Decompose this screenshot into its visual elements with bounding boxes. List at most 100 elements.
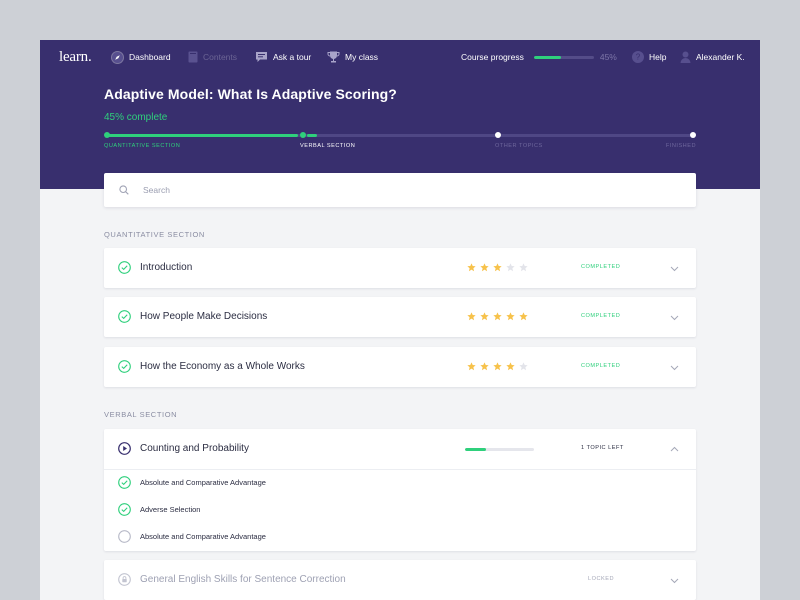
course-progress-bar [533, 55, 594, 59]
lesson-row-introduction[interactable]: Introduction Completed [104, 248, 696, 288]
top-nav: learn. Dashboard Contents Ask a tour My … [40, 40, 760, 74]
star-filled-icon [467, 362, 476, 371]
user-icon [680, 51, 691, 63]
star-filled-icon [467, 312, 476, 321]
star-filled-icon [480, 362, 489, 371]
star-filled-icon [493, 312, 502, 321]
app-window: learn. Dashboard Contents Ask a tour My … [40, 40, 760, 600]
nav-contents-label: Contents [203, 52, 238, 62]
check-circle-icon [118, 503, 131, 516]
star-empty-icon [506, 263, 515, 272]
topic-progress-fill [465, 448, 486, 451]
trophy-icon [327, 51, 340, 63]
empty-circle-icon [118, 530, 131, 543]
lesson-card-locked: General English Skills for Sentence Corr… [104, 560, 696, 600]
course-header: learn. Dashboard Contents Ask a tour My … [40, 40, 760, 189]
stage-progress-segment-2 [307, 134, 317, 137]
course-progress-percent: 45% [599, 52, 617, 62]
star-empty-icon [519, 362, 528, 371]
compass-icon [111, 50, 124, 64]
lesson-card: How People Make Decisions Completed [104, 297, 696, 337]
lesson-title: How People Make Decisions [140, 311, 268, 322]
lock-icon [118, 573, 131, 586]
rating-stars [467, 312, 528, 321]
nav-ask-tour[interactable]: Ask a tour [255, 50, 311, 64]
lesson-row-decisions[interactable]: How People Make Decisions Completed [104, 297, 696, 337]
check-circle-icon [118, 360, 131, 373]
nav-my-class[interactable]: My class [327, 50, 378, 64]
status-badge: Locked [588, 576, 615, 582]
stage-dot-other [495, 132, 501, 138]
lesson-card: Introduction Completed [104, 248, 696, 288]
stage-dot-finished [690, 132, 696, 138]
nav-ask-tour-label: Ask a tour [273, 52, 312, 62]
stage-label-other: Other topics [495, 143, 543, 149]
question-icon: ? [632, 51, 644, 63]
chevron-down-icon[interactable] [670, 313, 679, 322]
lesson-row-counting[interactable]: Counting and Probability 1 topic left [104, 429, 696, 469]
star-filled-icon [480, 312, 489, 321]
search-input[interactable] [143, 185, 643, 195]
lesson-title: General English Skills for Sentence Corr… [140, 574, 346, 585]
search-icon [119, 185, 129, 195]
course-complete-text: 45% complete [104, 112, 168, 123]
chat-icon [256, 52, 267, 62]
lesson-title: Introduction [140, 262, 193, 273]
book-icon [188, 51, 198, 63]
svg-text:?: ? [636, 53, 641, 62]
star-filled-icon [506, 312, 515, 321]
course-title: Adaptive Model: What Is Adaptive Scoring… [104, 86, 397, 102]
section-title-quantitative: Quantitative section [104, 230, 205, 239]
status-badge: Completed [581, 264, 621, 270]
check-circle-icon [118, 476, 131, 489]
logo[interactable]: learn. [59, 49, 92, 66]
star-filled-icon [480, 263, 489, 272]
star-empty-icon [519, 263, 528, 272]
section-title-verbal: Verbal section [104, 410, 178, 419]
stage-dot-verbal [300, 132, 306, 138]
user-name: Alexander K. [696, 52, 745, 62]
subtopic-item[interactable]: Adverse Selection [104, 496, 696, 523]
nav-my-class-label: My class [345, 52, 379, 62]
course-progress-label: Course progress [461, 52, 524, 62]
subtopic-item[interactable]: Absolute and Comparative Advantage [104, 523, 696, 550]
status-badge: 1 topic left [581, 445, 624, 451]
star-filled-icon [493, 362, 502, 371]
nav-dashboard-label: Dashboard [129, 52, 171, 62]
stage-progress-track [107, 134, 693, 137]
star-filled-icon [493, 263, 502, 272]
chevron-up-icon[interactable] [670, 445, 679, 454]
stage-progress-segment-1 [107, 134, 298, 137]
chevron-down-icon[interactable] [670, 576, 679, 585]
chevron-down-icon[interactable] [670, 363, 679, 372]
chevron-down-icon[interactable] [670, 264, 679, 273]
subtopic-label: Adverse Selection [140, 505, 201, 514]
subtopic-label: Absolute and Comparative Advantage [140, 532, 266, 541]
user-menu[interactable]: Alexander K. [680, 50, 745, 64]
help-link[interactable]: ? Help [632, 50, 666, 64]
course-progress: Course progress 45% [461, 50, 617, 64]
check-circle-icon [118, 261, 131, 274]
lesson-row-economy[interactable]: How the Economy as a Whole Works Complet… [104, 347, 696, 387]
nav-dashboard[interactable]: Dashboard [111, 50, 171, 64]
status-badge: Completed [581, 313, 621, 319]
play-circle-icon [118, 442, 131, 455]
rating-stars [467, 263, 528, 272]
stage-label-finished: Finished [665, 143, 696, 149]
lesson-row-english-skills[interactable]: General English Skills for Sentence Corr… [104, 560, 696, 600]
search-bar [104, 173, 696, 207]
status-badge: Completed [581, 363, 621, 369]
course-progress-fill [533, 55, 561, 59]
subtopic-label: Absolute and Comparative Advantage [140, 478, 266, 487]
check-circle-icon [118, 310, 131, 323]
lesson-card-expanded: Counting and Probability 1 topic left Ab… [104, 429, 696, 551]
lesson-title: Counting and Probability [140, 443, 249, 454]
lesson-card: How the Economy as a Whole Works Complet… [104, 347, 696, 387]
subtopic-item[interactable]: Absolute and Comparative Advantage [104, 469, 696, 496]
rating-stars [467, 362, 528, 371]
lesson-title: How the Economy as a Whole Works [140, 361, 305, 372]
stage-dot-quantitative [104, 132, 110, 138]
nav-contents[interactable]: Contents [188, 50, 237, 64]
star-filled-icon [519, 312, 528, 321]
help-label: Help [649, 52, 667, 62]
